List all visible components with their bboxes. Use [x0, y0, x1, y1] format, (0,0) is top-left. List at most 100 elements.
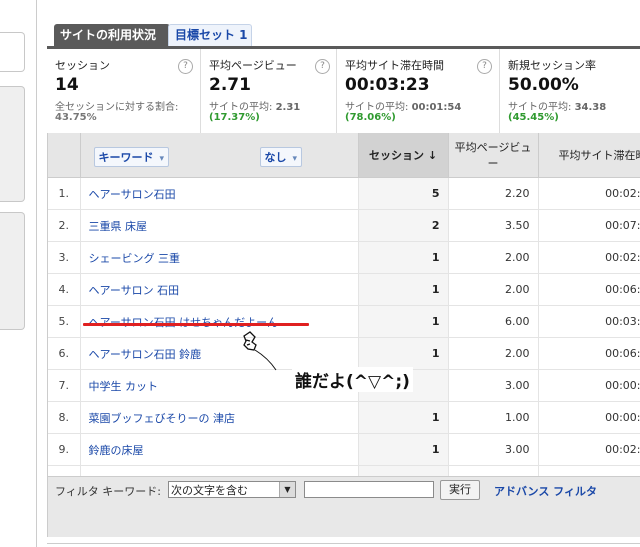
- cell-duration: 00:00:0: [538, 401, 640, 434]
- filter-bar: フィルタ キーワード: 次の文字を含む ▼ 実行 アドバンス フィルタ: [47, 476, 640, 537]
- row-index: 5.: [48, 305, 81, 338]
- metric-label: 新規セッション率: [508, 59, 596, 72]
- row-index: 7.: [48, 369, 81, 402]
- keyword-link[interactable]: 菜園ブッフェびそりーの 津店: [80, 401, 359, 434]
- cell-pageviews: 2.20: [448, 177, 539, 210]
- metric-pageviews: 平均ページビュー ? 2.71 サイトの平均: 2.31 (17.37%): [201, 49, 337, 133]
- cell-sessions: 1: [358, 305, 449, 338]
- metric-sub: サイトの平均: 34.38: [508, 98, 606, 113]
- metric-sub: 全セッションに対する割合:: [55, 98, 178, 113]
- row-index: 6.: [48, 337, 81, 370]
- table-row: 9.鈴鹿の床屋13.0000:02:5: [48, 433, 640, 466]
- table-row: 5.ヘアーサロン石田 はせちゃんだよーん16.0000:03:4: [48, 305, 640, 338]
- advanced-filter-link[interactable]: アドバンス フィルタ: [494, 483, 597, 499]
- filter-match-select[interactable]: 次の文字を含む ▼: [168, 481, 296, 498]
- cell-duration: 00:07:1: [538, 209, 640, 242]
- keyword-link[interactable]: 鈴鹿の床屋: [80, 433, 359, 466]
- help-icon[interactable]: ?: [315, 59, 330, 74]
- metric-sub-value: 34.38: [574, 102, 607, 113]
- secondary-dimension-dropdown[interactable]: なし ▾: [259, 147, 303, 167]
- table-row: 1.ヘアーサロン石田52.2000:02:0: [48, 177, 640, 210]
- metric-label: セッション: [55, 59, 110, 72]
- help-icon[interactable]: ?: [178, 59, 193, 74]
- tab-site-usage[interactable]: サイトの利用状況: [54, 24, 170, 46]
- keyword-link[interactable]: シェービング 三重 津市: [80, 465, 359, 476]
- cell-pageviews: 3.00: [448, 369, 539, 402]
- cell-sessions: 1: [358, 401, 449, 434]
- keyword-link[interactable]: シェービング 三重: [80, 241, 359, 274]
- main-border: [36, 0, 37, 547]
- metric-percent: (78.06%): [345, 112, 396, 123]
- metric-sessions: セッション ? 14 全セッションに対する割合: 43.75%: [47, 49, 201, 133]
- annotation-text: 誰だよ(^▽^;): [292, 367, 413, 392]
- header-pageviews[interactable]: 平均ページビュー: [448, 133, 539, 178]
- metric-value: 2.71: [209, 75, 251, 95]
- keyword-link[interactable]: 三重県 床屋: [80, 209, 359, 242]
- cell-sessions: 2: [358, 209, 449, 242]
- cell-sessions: 0: [358, 465, 449, 476]
- keyword-link[interactable]: ヘアーサロン石田 鈴鹿: [80, 337, 359, 370]
- metric-new-sessions: 新規セッション率 50.00% サイトの平均: 34.38 (45.45%): [500, 49, 640, 133]
- header-label: セッション: [368, 149, 424, 162]
- sort-down-icon: ↓: [427, 149, 438, 162]
- keyword-table: キーワード ▾ なし ▾ セッション ↓ 平均ページビュー 平均サイト滞在時 1. ヘ…: [47, 133, 640, 476]
- row-index: 1.: [48, 177, 81, 210]
- left-panel: [0, 0, 26, 547]
- help-icon[interactable]: ?: [477, 59, 492, 74]
- row-index: 3.: [48, 241, 81, 274]
- cell-sessions: 5: [358, 177, 449, 210]
- header-index: [48, 133, 81, 178]
- metrics-summary: セッション ? 14 全セッションに対する割合: 43.75% 平均ページビュー…: [47, 49, 640, 134]
- metric-sub-value: 00:01:54: [411, 102, 462, 113]
- metric-label: 平均サイト滞在時間: [345, 59, 444, 72]
- chevron-down-icon: ▾: [292, 154, 298, 164]
- metric-value: 00:03:23: [345, 75, 430, 95]
- table-row: 10.シェービング 三重 津市00.0000:00:0: [48, 465, 640, 476]
- cell-sessions: 1: [358, 433, 449, 466]
- keyword-link[interactable]: ヘアーサロン石田: [80, 177, 359, 210]
- row-index: 8.: [48, 401, 81, 434]
- row-index: 4.: [48, 273, 81, 306]
- metric-label: 平均ページビュー: [209, 59, 297, 72]
- tab-goal-set-1[interactable]: 目標セット 1: [168, 24, 252, 47]
- metric-duration: 平均サイト滞在時間 ? 00:03:23 サイトの平均: 00:01:54 (7…: [337, 49, 500, 133]
- metric-value: 14: [55, 75, 79, 95]
- cell-duration: 00:00:0: [538, 465, 640, 476]
- header-sessions[interactable]: セッション ↓: [358, 133, 449, 178]
- cell-pageviews: 0.00: [448, 465, 539, 476]
- cell-pageviews: 2.00: [448, 273, 539, 306]
- left-panel-box: [0, 212, 25, 330]
- header-label: 平均ページビュー: [454, 141, 532, 170]
- keyword-link[interactable]: ヘアーサロン石田 はせちゃんだよーん: [80, 305, 359, 338]
- table-row: 3.シェービング 三重12.0000:02:0: [48, 241, 640, 274]
- bottom-divider: [47, 543, 640, 544]
- cell-duration: 00:02:0: [538, 241, 640, 274]
- cell-pageviews: 3.50: [448, 209, 539, 242]
- cell-duration: 00:00:5: [538, 369, 640, 402]
- primary-dimension-dropdown[interactable]: キーワード ▾: [93, 147, 170, 167]
- table-row: 6.ヘアーサロン石田 鈴鹿12.0000:06:3: [48, 337, 640, 370]
- filter-text-input[interactable]: [304, 481, 434, 498]
- table-row: 2.三重県 床屋23.5000:07:1: [48, 209, 640, 242]
- table-row: 4.ヘアーサロン 石田12.0000:06:4: [48, 273, 640, 306]
- header-duration[interactable]: 平均サイト滞在時: [538, 133, 640, 178]
- cell-duration: 00:02:5: [538, 433, 640, 466]
- metric-percent: 43.75%: [55, 112, 97, 123]
- row-index: 2.: [48, 209, 81, 242]
- filter-apply-button[interactable]: 実行: [440, 480, 480, 500]
- filter-label: フィルタ キーワード:: [55, 485, 161, 498]
- keyword-link[interactable]: ヘアーサロン 石田: [80, 273, 359, 306]
- filter-select-value: 次の文字を含む: [171, 484, 248, 497]
- metric-value: 50.00%: [508, 75, 579, 95]
- row-index: 9.: [48, 433, 81, 466]
- metric-sub-value: 2.31: [275, 102, 301, 113]
- cell-pageviews: 6.00: [448, 305, 539, 338]
- red-underline-annotation: [83, 323, 309, 326]
- cell-duration: 00:06:4: [538, 273, 640, 306]
- chevron-down-icon: ▾: [159, 154, 165, 164]
- chevron-down-icon: ▼: [279, 482, 295, 497]
- metric-percent: (17.37%): [209, 112, 260, 123]
- cell-duration: 00:02:0: [538, 177, 640, 210]
- table-header-row: キーワード ▾ なし ▾ セッション ↓ 平均ページビュー 平均サイト滞在時: [48, 133, 640, 178]
- cell-sessions: 1: [358, 273, 449, 306]
